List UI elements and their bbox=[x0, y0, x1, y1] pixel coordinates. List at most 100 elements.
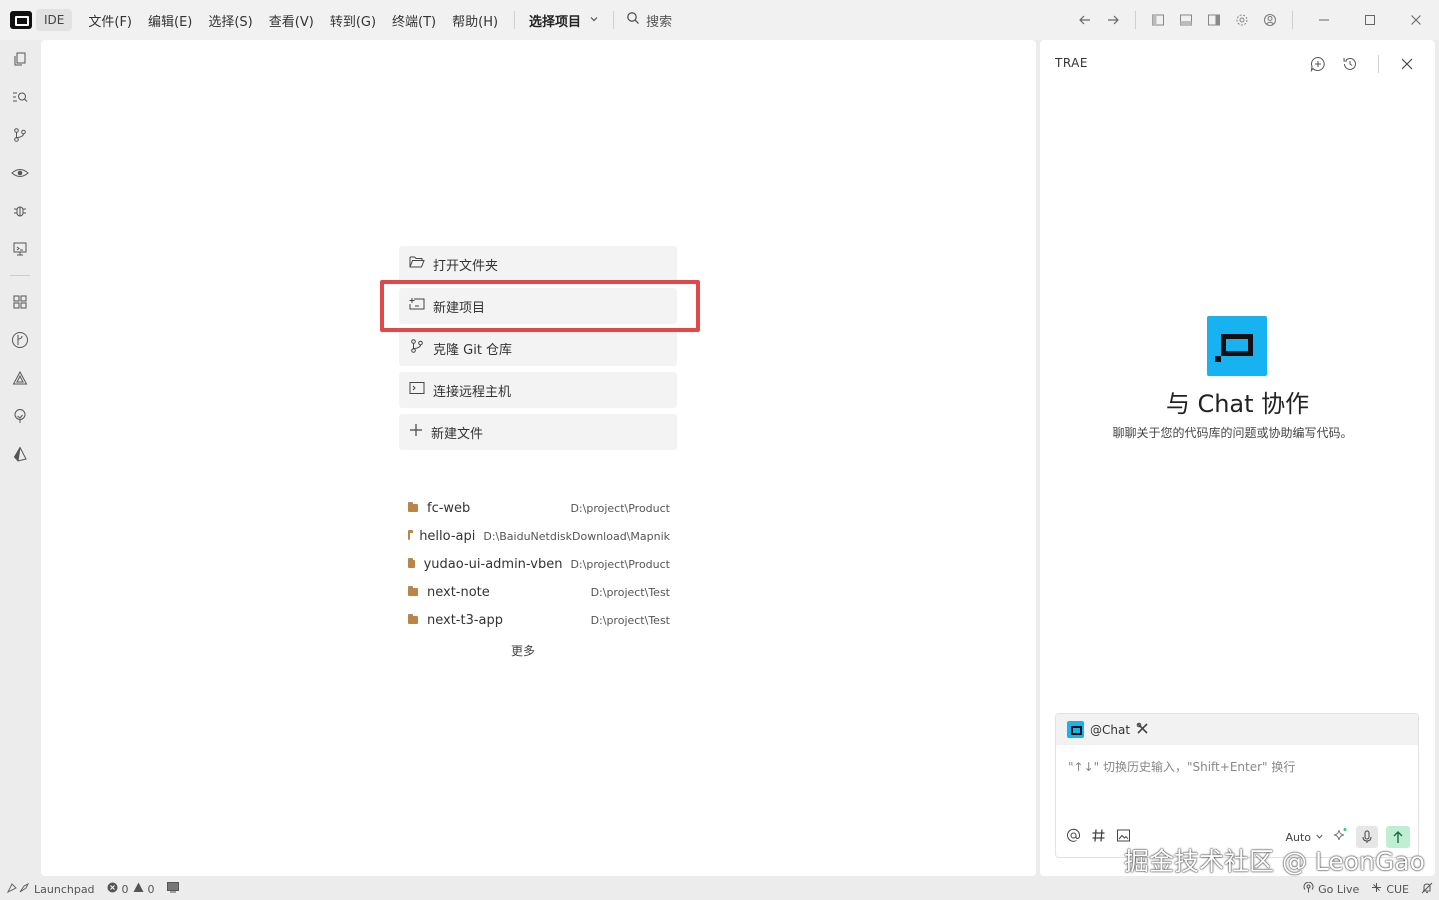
close-icon[interactable] bbox=[1395, 52, 1419, 76]
open-folder-label: 打开文件夹 bbox=[433, 258, 499, 274]
account-icon[interactable] bbox=[1256, 6, 1284, 34]
menu-goto[interactable]: 转到(G) bbox=[322, 7, 384, 34]
status-bar: Launchpad 0 0 Go Live CUE bbox=[0, 878, 1439, 900]
search-code-icon[interactable] bbox=[0, 78, 40, 116]
connect-remote-button[interactable]: 连接远程主机 bbox=[399, 372, 677, 408]
maximize-button[interactable] bbox=[1347, 0, 1393, 40]
folder-icon bbox=[408, 530, 414, 540]
recent-project-name: fc-web bbox=[427, 500, 471, 516]
toggle-bottom-panel-icon[interactable] bbox=[1172, 6, 1200, 34]
chat-panel-tools bbox=[1306, 52, 1419, 76]
title-right-controls bbox=[1071, 0, 1439, 40]
search-box[interactable]: 搜索 bbox=[626, 11, 672, 30]
recent-project-item[interactable]: hello-api D:\BaiduNetdiskDownload\Mapnik bbox=[406, 522, 670, 550]
mention-icon[interactable] bbox=[1066, 828, 1081, 847]
divider bbox=[1292, 11, 1293, 29]
search-label: 搜索 bbox=[646, 14, 673, 30]
error-icon bbox=[107, 882, 118, 896]
highlight-box bbox=[380, 280, 700, 332]
source-control-icon[interactable] bbox=[0, 116, 40, 154]
more-link[interactable]: 更多 bbox=[511, 642, 535, 659]
arrow-left-icon[interactable] bbox=[1071, 6, 1099, 34]
remote-explorer-icon[interactable] bbox=[0, 230, 40, 268]
go-live-label: Go Live bbox=[1318, 882, 1360, 896]
folder-icon bbox=[408, 502, 418, 512]
open-folder-button[interactable]: 打开文件夹 bbox=[399, 246, 677, 282]
watermark: 掘金技术社区 @ LeonGao bbox=[1124, 847, 1425, 876]
arrow-right-icon[interactable] bbox=[1099, 6, 1127, 34]
warning-icon bbox=[133, 882, 144, 896]
folder-icon bbox=[408, 558, 415, 568]
recent-project-path: D:\project\Test bbox=[590, 585, 670, 599]
project-select[interactable]: 选择项目 bbox=[523, 7, 605, 34]
menu-view[interactable]: 查看(V) bbox=[261, 7, 322, 34]
git-graph-icon[interactable] bbox=[0, 321, 40, 359]
notifications-item[interactable] bbox=[1415, 882, 1439, 897]
divider bbox=[613, 11, 615, 29]
history-icon[interactable] bbox=[1338, 52, 1362, 76]
launchpad-label: Launchpad bbox=[34, 882, 95, 896]
gear-icon[interactable] bbox=[1228, 6, 1256, 34]
tree-icon[interactable] bbox=[0, 397, 40, 435]
recent-project-name: next-note bbox=[427, 584, 490, 600]
folder-icon bbox=[408, 586, 418, 596]
start-actions: 打开文件夹 新建项目 克隆 Git 仓库 连接远程主机 新建文件 bbox=[399, 246, 677, 456]
chat-input-box[interactable]: @Chat "↑↓" 切换历史输入，"Shift+Enter" 换行 Auto bbox=[1055, 713, 1419, 858]
run-debug-eye-icon[interactable] bbox=[0, 154, 40, 192]
cue-icon bbox=[1371, 882, 1382, 896]
new-chat-icon[interactable] bbox=[1306, 52, 1330, 76]
toggle-left-panel-icon[interactable] bbox=[1144, 6, 1172, 34]
triangle-tool-icon[interactable] bbox=[0, 359, 40, 397]
recent-project-item[interactable]: fc-web D:\project\Product bbox=[406, 494, 670, 522]
ide-badge[interactable]: IDE bbox=[36, 9, 73, 31]
terminal-status-item[interactable] bbox=[161, 882, 185, 896]
explorer-icon[interactable] bbox=[0, 40, 40, 78]
status-right: Go Live CUE bbox=[1297, 881, 1439, 897]
plus-icon bbox=[409, 423, 423, 441]
menu-help[interactable]: 帮助(H) bbox=[444, 7, 506, 34]
title-bar: IDE 文件(F) 编辑(E) 选择(S) 查看(V) 转到(G) 终端(T) … bbox=[0, 0, 1439, 40]
new-file-button[interactable]: 新建文件 bbox=[399, 414, 677, 450]
toggle-right-panel-icon[interactable] bbox=[1200, 6, 1228, 34]
recent-project-name: next-t3-app bbox=[427, 612, 504, 628]
recent-project-path: D:\project\Product bbox=[570, 557, 670, 571]
recent-project-item[interactable]: yudao-ui-admin-vben D:\project\Product bbox=[406, 550, 670, 578]
close-window-button[interactable] bbox=[1393, 0, 1439, 40]
menu-file[interactable]: 文件(F) bbox=[80, 7, 140, 34]
minimize-button[interactable] bbox=[1301, 0, 1347, 40]
recent-project-path: D:\BaiduNetdiskDownload\Mapnik bbox=[483, 529, 670, 543]
folder-open-icon bbox=[409, 255, 425, 273]
menu-selection[interactable]: 选择(S) bbox=[200, 7, 260, 34]
activity-bar bbox=[0, 40, 40, 878]
chat-agent-label[interactable]: @Chat bbox=[1090, 723, 1130, 737]
problems-item[interactable]: 0 0 bbox=[101, 882, 161, 896]
go-live-item[interactable]: Go Live bbox=[1297, 881, 1365, 896]
launchpad-item[interactable]: Launchpad bbox=[0, 882, 101, 897]
menu-terminal[interactable]: 终端(T) bbox=[384, 7, 444, 34]
cue-label: CUE bbox=[1386, 882, 1409, 896]
chat-logo-icon bbox=[1207, 316, 1267, 376]
app-logo-icon bbox=[10, 11, 32, 29]
chat-panel: TRAE 与 Chat 协作 聊聊关于您的代码库的问题或协助编写代码。 @Cha… bbox=[1040, 40, 1435, 876]
chat-panel-title: TRAE bbox=[1055, 56, 1088, 70]
chat-input-left-tools bbox=[1066, 828, 1131, 847]
recent-project-path: D:\project\Product bbox=[570, 501, 670, 515]
recent-project-item[interactable]: next-t3-app D:\project\Test bbox=[406, 606, 670, 634]
menu-edit[interactable]: 编辑(E) bbox=[140, 7, 200, 34]
hash-icon[interactable] bbox=[1091, 828, 1106, 847]
extensions-icon[interactable] bbox=[0, 283, 40, 321]
cue-item[interactable]: CUE bbox=[1365, 882, 1415, 896]
remote-terminal-icon bbox=[409, 381, 425, 399]
divider bbox=[514, 11, 516, 29]
broadcast-icon bbox=[1303, 881, 1314, 896]
connect-remote-label: 连接远程主机 bbox=[433, 384, 512, 400]
welcome-editor: 打开文件夹 新建项目 克隆 Git 仓库 连接远程主机 新建文件 fc-web … bbox=[41, 40, 1036, 876]
chat-heading: 与 Chat 协作 bbox=[1165, 390, 1310, 418]
recent-project-item[interactable]: next-note D:\project\Test bbox=[406, 578, 670, 606]
tools-icon[interactable] bbox=[1136, 722, 1149, 738]
prism-icon[interactable] bbox=[0, 435, 40, 473]
bug-icon[interactable] bbox=[0, 192, 40, 230]
chat-input-placeholder[interactable]: "↑↓" 切换历史输入，"Shift+Enter" 换行 bbox=[1068, 758, 1295, 775]
clone-git-button[interactable]: 克隆 Git 仓库 bbox=[399, 330, 677, 366]
terminal-icon bbox=[166, 882, 179, 896]
